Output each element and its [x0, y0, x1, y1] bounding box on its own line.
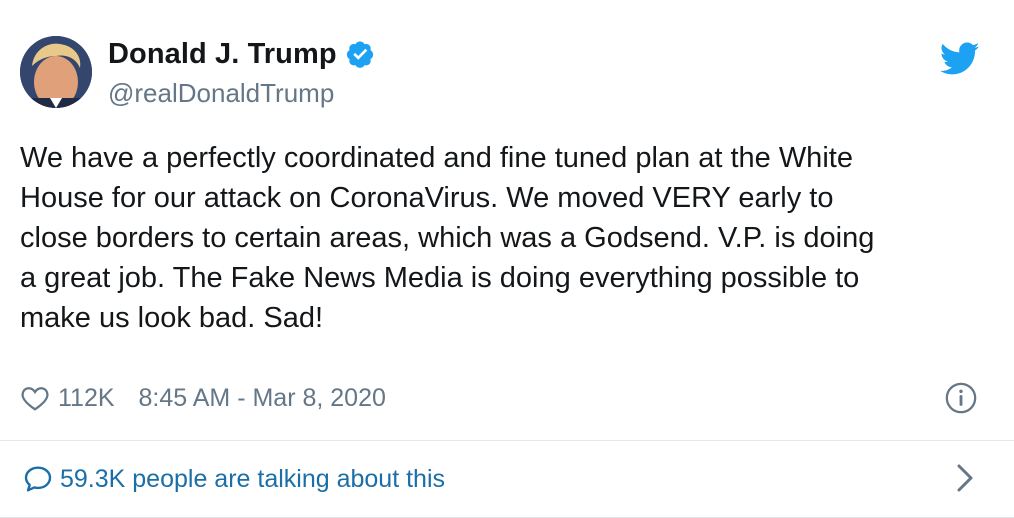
conversation-count-text[interactable]: 59.3K people are talking about this: [60, 465, 445, 494]
author-block: Donald J. Trump @realDonaldTrump: [108, 34, 375, 109]
info-icon[interactable]: [944, 381, 978, 415]
avatar-image: [20, 36, 92, 108]
heart-icon[interactable]: [20, 383, 50, 413]
author-handle[interactable]: @realDonaldTrump: [108, 78, 375, 109]
tweet-text: We have a perfectly coordinated and fine…: [20, 142, 875, 334]
tweet-header: Donald J. Trump @realDonaldTrump: [20, 34, 994, 114]
twitter-bird-icon[interactable]: [939, 42, 980, 76]
verified-badge-icon: [345, 39, 375, 69]
speech-bubble-icon: [22, 463, 54, 495]
avatar[interactable]: [20, 36, 92, 108]
tweet-timestamp[interactable]: 8:45 AM - Mar 8, 2020: [139, 384, 386, 413]
like-count[interactable]: 112K: [58, 384, 115, 413]
display-name[interactable]: Donald J. Trump: [108, 38, 337, 71]
tweet-meta-row: 112K 8:45 AM - Mar 8, 2020: [20, 380, 994, 416]
conversation-link[interactable]: 59.3K people are talking about this: [0, 441, 1014, 517]
chevron-right-icon[interactable]: [956, 463, 974, 493]
tweet-card: Donald J. Trump @realDonaldTrump We have…: [0, 0, 1014, 518]
display-name-row: Donald J. Trump: [108, 34, 375, 74]
